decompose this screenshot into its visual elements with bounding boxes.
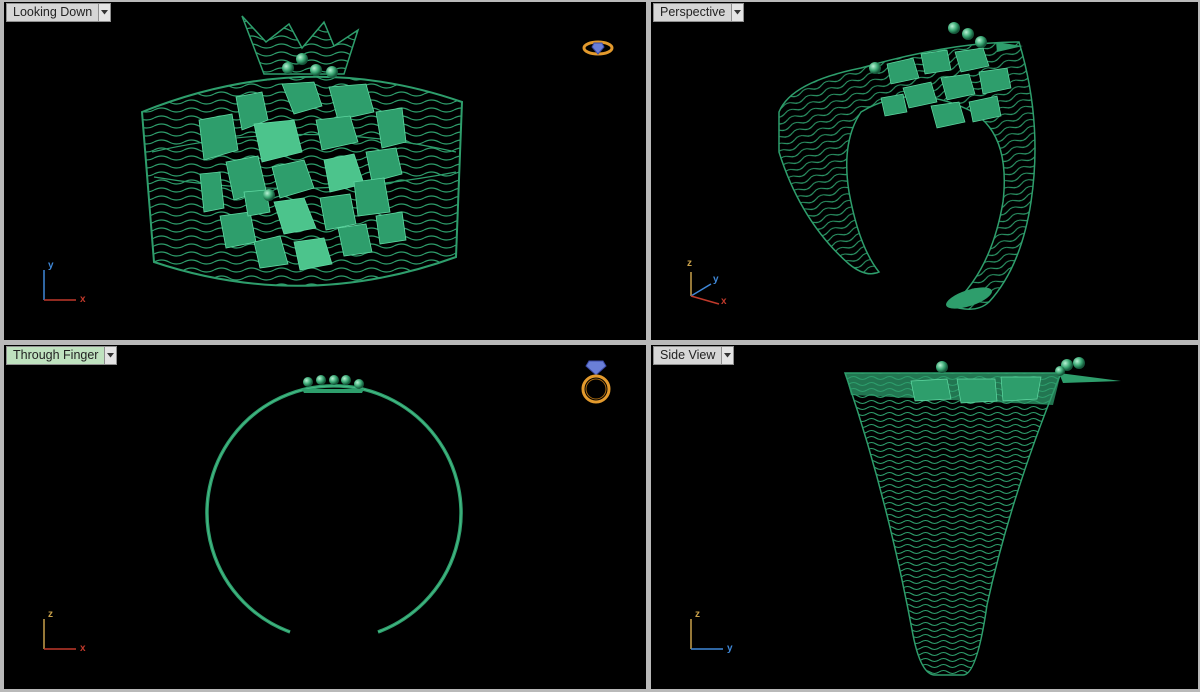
axis-indicator: z y bbox=[685, 609, 741, 655]
axis-indicator: z y x bbox=[685, 258, 741, 307]
viewport-side-view[interactable]: Side View z y bbox=[651, 345, 1198, 689]
axis-label-vertical: y bbox=[48, 260, 54, 271]
axis-label-horizontal: y bbox=[727, 643, 733, 654]
axis-indicator: y x bbox=[38, 260, 94, 306]
ring-front-view-icon[interactable] bbox=[578, 355, 614, 409]
axis-label-horizontal: x bbox=[80, 643, 86, 654]
axis-label-horizontal: x bbox=[80, 294, 86, 305]
axis-label-horizontal: x bbox=[721, 296, 727, 307]
axis-label-depth: y bbox=[713, 274, 719, 285]
axis-indicator: z x bbox=[38, 609, 94, 655]
viewport-perspective[interactable]: Perspective z y x bbox=[651, 2, 1198, 340]
viewport-through-finger[interactable]: Through Finger z x bbox=[4, 345, 646, 689]
axis-label-vertical: z bbox=[48, 609, 53, 620]
model-front-view bbox=[205, 375, 463, 634]
ring-top-view-icon[interactable] bbox=[582, 36, 614, 60]
axis-label-vertical: z bbox=[695, 609, 700, 620]
model-top-view bbox=[140, 15, 464, 287]
viewport-looking-down[interactable]: Looking Down y x bbox=[4, 2, 646, 340]
axis-label-vertical: z bbox=[687, 258, 692, 269]
